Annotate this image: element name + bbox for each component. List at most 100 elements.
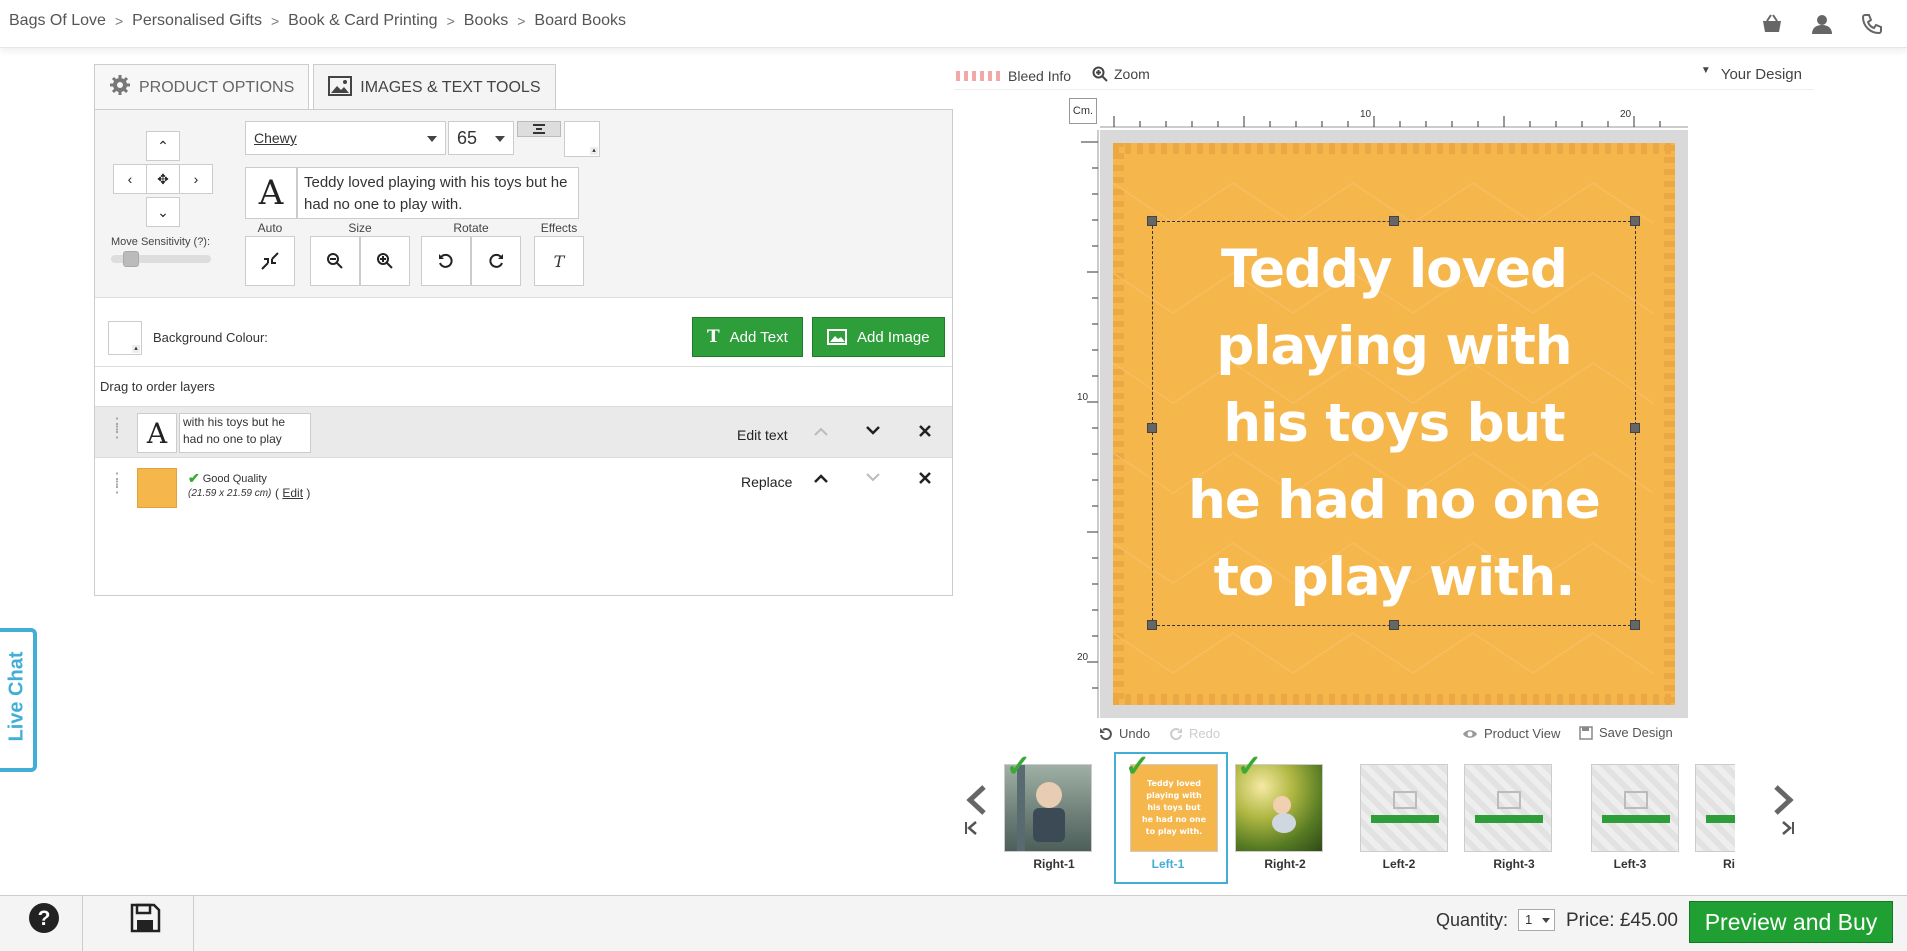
product-view-label: Product View bbox=[1484, 726, 1561, 741]
undo-label: Undo bbox=[1119, 726, 1151, 741]
prev-page-button[interactable] bbox=[964, 785, 990, 817]
resize-handle[interactable] bbox=[1389, 620, 1399, 630]
quantity-value: 1 bbox=[1525, 912, 1533, 927]
save-icon bbox=[1579, 725, 1593, 740]
resize-handle[interactable] bbox=[1630, 620, 1640, 630]
zoom-button[interactable]: Zoom bbox=[1092, 66, 1150, 82]
undo-button[interactable]: Undo bbox=[1099, 726, 1150, 741]
resize-handle[interactable] bbox=[1147, 620, 1157, 630]
save-design-label: Save Design bbox=[1599, 725, 1673, 740]
delete-layer-button[interactable] bbox=[915, 421, 935, 441]
add-text-label: Add Text bbox=[729, 328, 788, 346]
drag-handle-icon[interactable]: ⋮ ⋮ bbox=[109, 417, 125, 441]
add-image-placeholder-bar bbox=[1371, 815, 1439, 823]
edit-image-link[interactable]: Edit bbox=[282, 486, 303, 500]
layer-row-text[interactable]: ⋮ ⋮ A with his toys but he had no one to … bbox=[95, 406, 952, 458]
caret-up-icon: ▴ bbox=[590, 147, 598, 155]
move-left-button[interactable]: ‹ bbox=[113, 164, 147, 194]
eye-icon bbox=[1463, 729, 1477, 738]
text-value-field[interactable]: Teddy loved playing with his toys but he… bbox=[297, 167, 579, 219]
quantity-select[interactable]: 1 bbox=[1518, 909, 1555, 931]
layer-row-image[interactable]: ⋮ ⋮ ✔ Good Quality (21.59 x 21.59 cm) ( E… bbox=[95, 462, 952, 514]
ruler-tick-label: 20 bbox=[1620, 109, 1632, 120]
resize-handle[interactable] bbox=[1147, 423, 1157, 433]
zoom-in-icon bbox=[377, 253, 393, 269]
redo-button[interactable]: Redo bbox=[1169, 726, 1220, 741]
background-color-swatch[interactable]: ▴ bbox=[108, 321, 142, 355]
user-icon[interactable] bbox=[1811, 13, 1833, 35]
rotate-right-button[interactable] bbox=[471, 236, 521, 286]
chevron-down-icon bbox=[866, 426, 880, 435]
breadcrumb-item[interactable]: Book & Card Printing bbox=[288, 12, 437, 30]
rotate-left-button[interactable] bbox=[421, 236, 471, 286]
zoom-in-button[interactable] bbox=[360, 236, 410, 286]
page-label: Left-1 bbox=[1151, 857, 1185, 871]
compress-icon bbox=[261, 252, 279, 270]
resize-handle[interactable] bbox=[1630, 216, 1640, 226]
help-button[interactable]: ? bbox=[28, 902, 64, 938]
auto-size-button[interactable] bbox=[245, 236, 295, 286]
delete-layer-button[interactable] bbox=[915, 468, 935, 488]
product-view-button[interactable]: Product View bbox=[1462, 726, 1560, 741]
tab-product-options[interactable]: PRODUCT OPTIONS bbox=[94, 64, 310, 110]
chevron-up-icon bbox=[814, 427, 828, 436]
breadcrumb-item[interactable]: Personalised Gifts bbox=[132, 12, 262, 30]
center-button[interactable]: ✥ bbox=[146, 164, 180, 194]
ruler-unit[interactable]: Cm. bbox=[1069, 98, 1097, 124]
layer-down-button[interactable] bbox=[863, 421, 883, 441]
page-thumbnail-right-3[interactable] bbox=[1464, 764, 1552, 852]
zoom-out-button[interactable] bbox=[310, 236, 360, 286]
replace-image-button[interactable]: Replace bbox=[741, 474, 792, 490]
drag-handle-icon[interactable]: ⋮ ⋮ bbox=[109, 472, 125, 496]
breadcrumb-item[interactable]: Bags Of Love bbox=[9, 12, 106, 30]
breadcrumb-item[interactable]: Board Books bbox=[534, 12, 626, 30]
font-size-select[interactable]: 65 bbox=[448, 121, 514, 155]
live-chat-label: Live Chat bbox=[5, 651, 28, 742]
page-label: Left-2 bbox=[1382, 857, 1416, 871]
thumb-quote-line: he had no one bbox=[1141, 815, 1207, 824]
next-page-button[interactable] bbox=[1770, 785, 1796, 820]
breadcrumb-separator: > bbox=[446, 13, 455, 29]
page-thumbnail-left-2[interactable] bbox=[1360, 764, 1448, 852]
bleed-info-button[interactable]: Bleed Info bbox=[956, 68, 1071, 84]
slider-handle[interactable] bbox=[123, 251, 139, 267]
text-layer-selection[interactable]: Teddy loved playing with his toys but he… bbox=[1152, 221, 1636, 626]
basket-icon[interactable] bbox=[1761, 13, 1783, 35]
move-sensitivity-slider[interactable] bbox=[111, 251, 211, 267]
resize-handle[interactable] bbox=[1630, 423, 1640, 433]
effects-button[interactable]: T bbox=[534, 236, 584, 286]
breadcrumb-item[interactable]: Books bbox=[464, 12, 508, 30]
first-page-button[interactable] bbox=[963, 820, 979, 841]
live-chat-tab[interactable]: Live Chat bbox=[0, 628, 37, 772]
move-right-button[interactable]: › bbox=[179, 164, 213, 194]
zoom-out-icon bbox=[327, 253, 343, 269]
layer-down-button[interactable] bbox=[863, 468, 883, 488]
move-down-button[interactable]: ⌄ bbox=[146, 197, 180, 227]
save-button[interactable] bbox=[129, 902, 163, 936]
chevron-down-icon bbox=[866, 473, 880, 482]
resize-handle[interactable] bbox=[1147, 216, 1157, 226]
font-select[interactable]: Chewy bbox=[245, 121, 446, 155]
edit-text-button[interactable]: Edit text bbox=[737, 427, 788, 443]
page-thumbnail-left-3[interactable] bbox=[1591, 764, 1679, 852]
tab-images-text-tools[interactable]: IMAGES & TEXT TOOLS bbox=[313, 64, 556, 111]
your-design-dropdown[interactable]: ▼ Your Design bbox=[1701, 65, 1802, 83]
top-header: Bags Of Love > Personalised Gifts > Book… bbox=[0, 0, 1907, 48]
align-center-button[interactable] bbox=[517, 121, 561, 137]
layer-up-button[interactable] bbox=[811, 421, 831, 441]
phone-icon[interactable] bbox=[1861, 13, 1883, 35]
add-text-button[interactable]: T Add Text bbox=[692, 317, 803, 357]
resize-handle[interactable] bbox=[1389, 216, 1399, 226]
italic-t-icon: T bbox=[553, 251, 565, 271]
add-image-placeholder-bar bbox=[1475, 815, 1543, 823]
page-thumbnail-right-4[interactable] bbox=[1695, 764, 1735, 852]
move-up-button[interactable]: ⌃ bbox=[146, 131, 180, 161]
layer-up-button[interactable] bbox=[811, 468, 831, 488]
last-page-button[interactable] bbox=[1780, 820, 1796, 841]
add-image-button[interactable]: Add Image bbox=[812, 317, 945, 357]
thumb-quote-line: to play with. bbox=[1145, 827, 1203, 836]
preview-and-buy-button[interactable]: Preview and Buy bbox=[1689, 901, 1893, 943]
text-color-swatch[interactable]: ▴ bbox=[564, 121, 600, 157]
thumb-quote-preview: Teddy loved playing with his toys but he… bbox=[1142, 778, 1206, 838]
save-design-button[interactable]: Save Design bbox=[1579, 725, 1673, 740]
